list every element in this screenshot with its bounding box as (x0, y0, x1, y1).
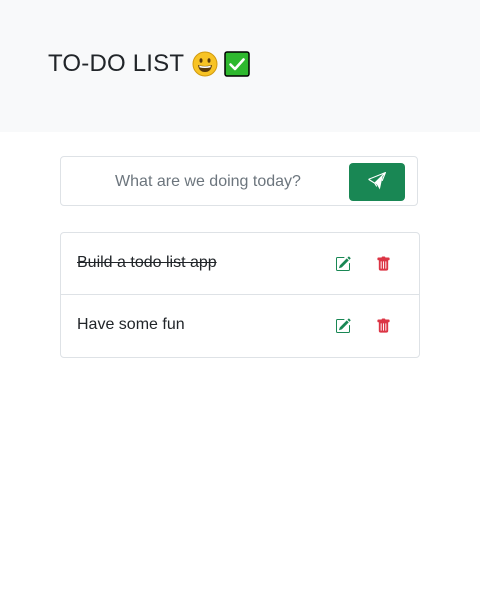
todo-item: Have some fun (61, 295, 419, 357)
edit-icon[interactable] (334, 255, 352, 273)
add-todo-form (60, 156, 418, 206)
page-title-text: TO-DO LIST (48, 50, 185, 77)
todo-list: Build a todo list app Have some fun (60, 232, 420, 358)
page-title: TO-DO LIST (48, 46, 250, 82)
todo-item: Build a todo list app (61, 233, 419, 295)
trash-icon[interactable] (374, 317, 392, 335)
paper-plane-icon (368, 171, 386, 193)
todo-item-text[interactable]: Build a todo list app (77, 253, 217, 273)
trash-icon[interactable] (374, 255, 392, 273)
add-todo-button[interactable] (349, 163, 405, 201)
check-mark-button-icon (224, 51, 250, 77)
app-header: TO-DO LIST (0, 0, 480, 132)
todo-item-text[interactable]: Have some fun (77, 315, 185, 335)
todo-input[interactable] (73, 167, 343, 197)
edit-icon[interactable] (334, 317, 352, 335)
grinning-face-icon (192, 51, 218, 77)
